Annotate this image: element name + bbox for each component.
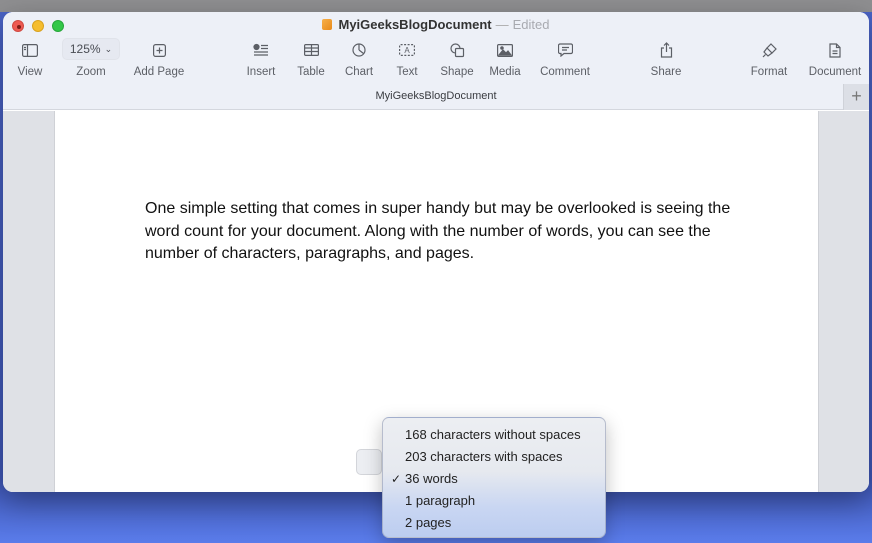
format-button[interactable]: Format [748,40,790,78]
media-label: Media [489,66,521,78]
insert-icon [243,40,279,60]
add-page-icon [131,40,187,60]
chart-icon [341,40,377,60]
comment-icon [536,40,594,60]
view-button[interactable]: View [15,40,45,78]
zoom-select[interactable]: 125% ⌄ [61,38,121,60]
text-label: Text [396,66,418,78]
document-tab-title: MyiGeeksBlogDocument [375,90,497,102]
share-button[interactable]: Share [648,40,684,78]
menu-item-label: 168 characters without spaces [405,427,581,442]
chart-button[interactable]: Chart [341,40,377,78]
document-button[interactable]: Document [806,40,864,78]
zoom-value: 125% [69,42,101,56]
desktop-menubar-strip [0,0,872,12]
comment-button[interactable]: Comment [536,40,594,78]
document-label: Document [808,66,862,78]
menu-item-characters-without-spaces[interactable]: 168 characters without spaces [383,424,605,446]
menu-item-label: 1 paragraph [405,493,476,508]
menu-item-label: 203 characters with spaces [405,449,563,464]
menu-item-label: 36 words [405,471,458,486]
menu-item-label: 2 pages [405,515,452,530]
add-page-label: Add Page [133,66,185,78]
table-label: Table [297,66,325,78]
menu-item-words[interactable]: ✓ 36 words [383,468,605,490]
media-button[interactable]: Media [487,40,523,78]
document-icon [806,40,864,60]
window-title: MyiGeeksBlogDocument — Edited [3,17,869,32]
svg-text:A: A [404,46,410,55]
toolbar: MyiGeeksBlogDocument — Edited View 125% ⌄ Z… [3,12,869,110]
checkmark-icon: ✓ [391,472,402,486]
menu-item-pages[interactable]: 2 pages [383,512,605,534]
shape-label: Shape [440,66,474,78]
text-button[interactable]: A Text [392,40,422,78]
text-box-icon: A [392,40,422,60]
menu-item-characters-with-spaces[interactable]: 203 characters with spaces [383,446,605,468]
zoom-label: Zoom [76,66,106,78]
table-icon [294,40,328,60]
menu-item-paragraphs[interactable]: 1 paragraph [383,490,605,512]
table-button[interactable]: Table [294,40,328,78]
document-name[interactable]: MyiGeeksBlogDocument [338,17,491,32]
shape-icon [437,40,477,60]
insert-label: Insert [246,66,276,78]
word-count-button[interactable] [356,449,382,475]
sidebar-icon [15,40,45,60]
view-label: View [17,66,43,78]
insert-button[interactable]: Insert [243,40,279,78]
paintbrush-icon [748,40,790,60]
share-icon [648,40,684,60]
shape-button[interactable]: Shape [437,40,477,78]
chevron-down-icon: ⌄ [104,43,113,54]
edited-status: Edited [512,17,550,32]
add-tab-button[interactable]: + [843,84,869,110]
format-label: Format [750,66,788,78]
media-icon [487,40,523,60]
body-paragraph[interactable]: One simple setting that comes in super h… [145,198,745,266]
add-page-button[interactable]: Add Page [131,40,187,78]
zoom-control[interactable]: 125% ⌄ Zoom [61,38,121,78]
chart-label: Chart [344,66,374,78]
word-count-menu: 168 characters without spaces 203 charac… [382,417,606,538]
pages-document-icon [322,19,333,30]
title-separator: — [495,17,509,32]
share-label: Share [650,66,682,78]
comment-label: Comment [540,66,590,78]
